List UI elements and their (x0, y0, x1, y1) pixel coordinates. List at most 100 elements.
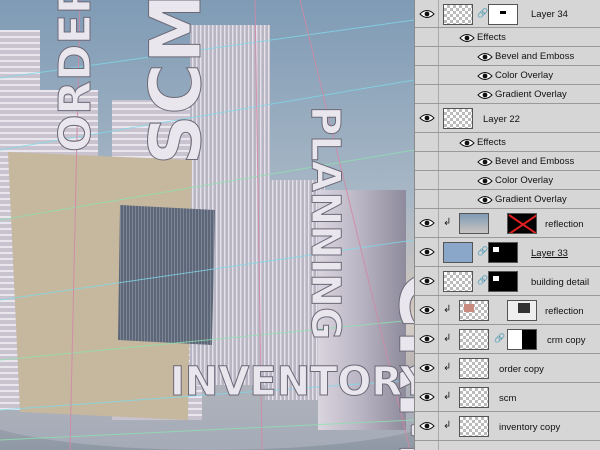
building-word-inventory: INVENTORY (170, 359, 414, 405)
visibility-toggle[interactable] (415, 412, 439, 440)
layer-row[interactable]: 🔗 building detail (415, 267, 600, 296)
link-icon: 🔗 (494, 333, 506, 343)
layer-thumbnail[interactable] (459, 358, 489, 379)
effect-color-overlay: Color Overlay (495, 175, 554, 186)
building-word-order: ORDER (50, 0, 101, 152)
layer-thumbnail[interactable] (443, 271, 473, 292)
layer-mask-thumbnail[interactable] (488, 4, 518, 25)
layer-thumbnail[interactable] (459, 329, 489, 350)
clipping-arrow-icon: ↲ (443, 333, 452, 344)
eye-icon (418, 114, 435, 122)
layer-thumbnail[interactable] (443, 108, 473, 129)
layer-name: reflection (545, 219, 584, 230)
layer-thumbnail[interactable] (459, 300, 489, 321)
eye-icon (418, 219, 435, 227)
layer-name: inventory copy (499, 422, 561, 433)
effect-row[interactable]: Bevel and Emboss (415, 47, 600, 66)
eye-icon[interactable] (477, 90, 493, 100)
layer-thumbnail[interactable] (459, 416, 489, 437)
layer-row[interactable]: 🔗 Layer 34 (415, 0, 600, 28)
layer-row[interactable]: ↲ order copy (415, 354, 600, 383)
eye-icon[interactable] (459, 33, 475, 43)
visibility-toggle[interactable] (415, 441, 439, 450)
visibility-toggle[interactable] (415, 354, 439, 382)
canvas-scene: ORDER SCM PLANNING CRM INVENTORY (0, 0, 414, 450)
layer-name: Layer 34 (531, 9, 568, 20)
disabled-mask-icon (508, 214, 536, 233)
layer-row[interactable]: ↲ inventory copy (415, 412, 600, 441)
slate-panel (118, 205, 215, 345)
visibility-toggle[interactable] (415, 104, 439, 132)
layer-mask-thumbnail[interactable] (507, 329, 537, 350)
eye-icon[interactable] (477, 71, 493, 81)
layer-row[interactable]: Layer 22 (415, 104, 600, 133)
clipping-arrow-icon: ↲ (443, 391, 452, 402)
empty-cell (415, 190, 439, 208)
effect-row[interactable]: Bevel and Emboss (415, 152, 600, 171)
visibility-toggle[interactable] (415, 209, 439, 237)
layer-row[interactable]: 🔗 Layer 33 (415, 238, 600, 267)
eye-icon[interactable] (477, 195, 493, 205)
effect-color-overlay: Color Overlay (495, 70, 554, 81)
effects-row[interactable]: Effects (415, 133, 600, 152)
effects-row[interactable]: Effects (415, 28, 600, 47)
layer-mask-thumbnail[interactable] (507, 300, 537, 321)
clipping-arrow-icon: ↲ (443, 217, 452, 228)
layer-row[interactable]: ↲ reflection (415, 209, 600, 238)
effect-bevel-emboss: Bevel and Emboss (495, 156, 575, 167)
clipping-arrow-icon: ↲ (443, 304, 452, 315)
eye-icon[interactable] (477, 176, 493, 186)
eye-icon (418, 9, 435, 18)
layer-name: reflection (545, 306, 584, 317)
eye-icon (418, 393, 435, 401)
empty-cell (415, 66, 439, 84)
eye-icon (418, 248, 435, 256)
layer-row[interactable]: ↲ 🔗 crm copy (415, 325, 600, 354)
visibility-toggle[interactable] (415, 325, 439, 353)
document-canvas[interactable]: ORDER SCM PLANNING CRM INVENTORY (0, 0, 414, 450)
eye-icon (418, 277, 435, 285)
layer-mask-thumbnail[interactable] (507, 213, 537, 234)
effects-label: Effects (477, 137, 506, 148)
visibility-toggle[interactable] (415, 296, 439, 324)
eye-icon[interactable] (459, 138, 475, 148)
layer-row[interactable]: ↲ reflection (415, 296, 600, 325)
layer-row-partial[interactable] (415, 441, 600, 450)
layer-name: building detail (531, 277, 590, 288)
visibility-toggle[interactable] (415, 0, 439, 27)
clipping-arrow-icon: ↲ (443, 420, 452, 431)
layer-mask-thumbnail[interactable] (488, 242, 518, 263)
layer-name: crm copy (547, 335, 586, 346)
layer-mask-thumbnail[interactable] (488, 271, 518, 292)
layer-thumbnail[interactable] (459, 387, 489, 408)
layer-row[interactable]: ↲ scm (415, 383, 600, 412)
effect-row[interactable]: Gradient Overlay (415, 85, 600, 104)
link-icon: 🔗 (477, 8, 489, 18)
layers-panel: 🔗 Layer 34 Effects Bevel and Emboss Colo… (414, 0, 600, 450)
visibility-toggle[interactable] (415, 238, 439, 266)
effect-gradient-overlay: Gradient Overlay (495, 89, 567, 100)
visibility-toggle[interactable] (415, 267, 439, 295)
empty-cell (415, 47, 439, 65)
effect-row[interactable]: Gradient Overlay (415, 190, 600, 209)
effect-row[interactable]: Color Overlay (415, 66, 600, 85)
effect-gradient-overlay: Gradient Overlay (495, 194, 567, 205)
eye-icon[interactable] (477, 52, 493, 62)
eye-icon[interactable] (477, 157, 493, 167)
layer-thumbnail[interactable] (443, 4, 473, 25)
layer-name: scm (499, 393, 517, 404)
layer-name: order copy (499, 364, 544, 375)
effect-row[interactable]: Color Overlay (415, 171, 600, 190)
visibility-toggle[interactable] (415, 383, 439, 411)
layer-name: Layer 22 (483, 114, 520, 125)
empty-cell (415, 171, 439, 189)
layer-thumbnail[interactable] (443, 242, 473, 263)
eye-icon (418, 364, 435, 372)
layer-name: Layer 33 (531, 248, 568, 259)
empty-cell (415, 28, 439, 46)
effects-label: Effects (477, 32, 506, 43)
layer-thumbnail[interactable] (459, 213, 489, 234)
empty-cell (415, 133, 439, 151)
clipping-arrow-icon: ↲ (443, 362, 452, 373)
link-icon: 🔗 (477, 246, 489, 256)
